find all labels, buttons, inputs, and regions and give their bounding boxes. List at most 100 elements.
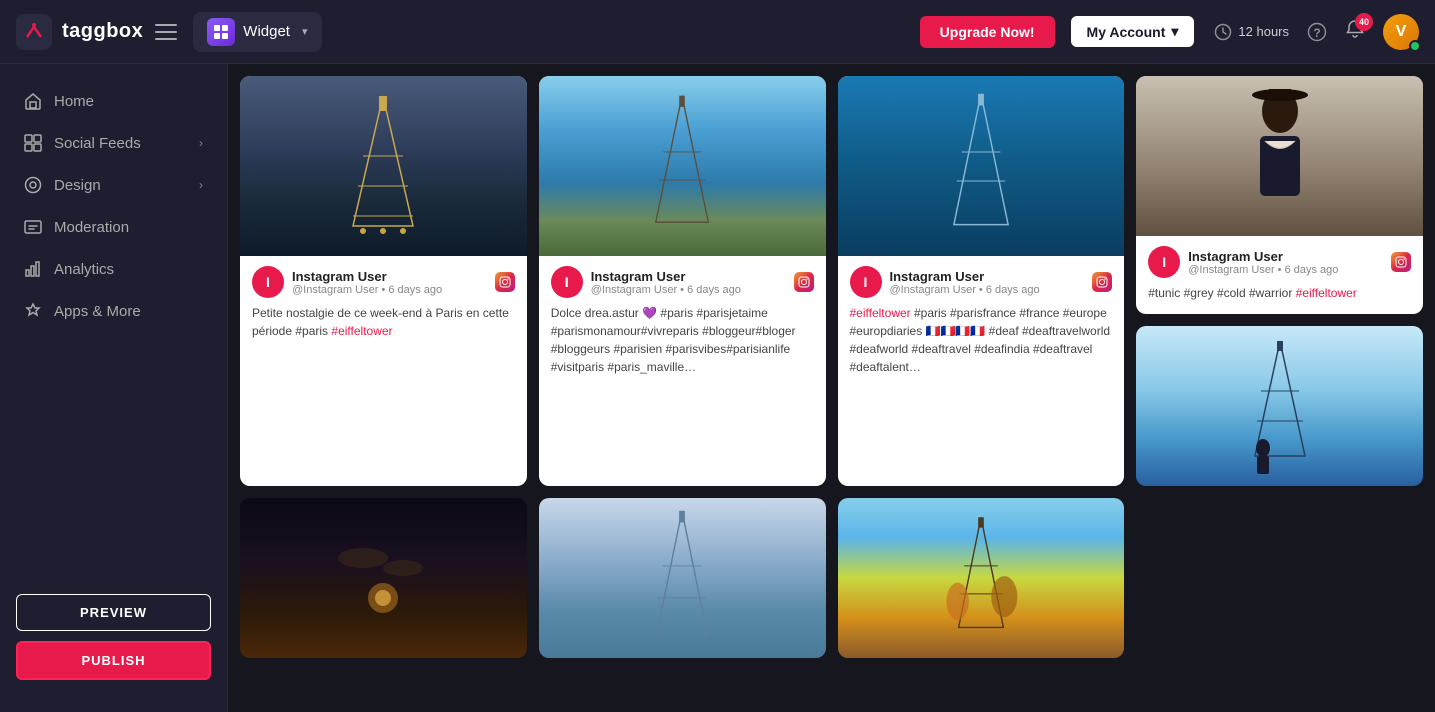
clock-icon [1214, 23, 1232, 41]
user-avatar-1: I [252, 266, 284, 298]
card-image-2 [539, 76, 826, 256]
post-card-8 [1136, 326, 1423, 486]
feeds-icon [24, 134, 42, 152]
post-card-7 [838, 498, 1125, 658]
sidebar-item-social-feeds[interactable]: Social Feeds › [0, 122, 227, 164]
eiffel-illustration-2 [642, 91, 722, 241]
instagram-icon-2 [794, 272, 814, 292]
user-info-2: Instagram User @Instagram User • 6 days … [591, 269, 786, 296]
user-avatar[interactable]: V [1383, 14, 1419, 50]
post-card-1: I Instagram User @Instagram User • 6 day… [240, 76, 527, 486]
widget-icon [207, 18, 235, 46]
instagram-icon-4 [1391, 252, 1411, 272]
apps-label: Apps & More [54, 303, 141, 320]
main-content: I Instagram User @Instagram User • 6 day… [228, 64, 1435, 712]
logo-icon [16, 14, 52, 50]
nav-icons: 12 hours ? 40 V [1214, 14, 1419, 50]
card-image-3 [838, 76, 1125, 256]
main-layout: Home Social Feeds › Design › [0, 64, 1435, 712]
widget-selector[interactable]: Widget ▾ [193, 12, 321, 52]
card-image-7 [838, 498, 1125, 658]
user-info-4: Instagram User @Instagram User • 6 days … [1188, 249, 1383, 276]
posts-grid: I Instagram User @Instagram User • 6 day… [240, 76, 1423, 658]
analytics-label: Analytics [54, 261, 114, 278]
sidebar-item-design[interactable]: Design › [0, 164, 227, 206]
user-info-3: Instagram User @Instagram User • 6 days … [890, 269, 1085, 296]
user-handle-time-1: @Instagram User • 6 days ago [292, 284, 487, 296]
card-text-4: #tunic #grey #cold #warrior #eiffeltower [1148, 284, 1411, 302]
notification-badge: 40 [1355, 13, 1373, 31]
user-name-2: Instagram User [591, 269, 786, 284]
sidebar: Home Social Feeds › Design › [0, 64, 228, 712]
card-user-2: I Instagram User @Instagram User • 6 day… [551, 266, 814, 298]
publish-button[interactable]: PUBLISH [16, 641, 211, 680]
user-handle-time-3: @Instagram User • 6 days ago [890, 284, 1085, 296]
app-logo-text: taggbox [62, 20, 143, 43]
card-image-4 [1136, 76, 1423, 236]
svg-text:?: ? [1313, 26, 1320, 40]
hours-label: 12 hours [1238, 24, 1289, 39]
apps-icon [24, 302, 42, 320]
hamburger-menu[interactable] [155, 24, 177, 40]
online-badge [1409, 40, 1421, 52]
sidebar-bottom: PREVIEW PUBLISH [0, 578, 227, 696]
card-body-2: I Instagram User @Instagram User • 6 day… [539, 256, 826, 388]
user-name-4: Instagram User [1188, 249, 1383, 264]
card-body-1: I Instagram User @Instagram User • 6 day… [240, 256, 527, 352]
sidebar-nav: Home Social Feeds › Design › [0, 80, 227, 578]
card-image-5 [240, 498, 527, 658]
sunset-illustration [323, 508, 443, 648]
design-label: Design [54, 177, 101, 194]
logo-area: taggbox [16, 14, 143, 50]
card-image-6 [539, 498, 826, 658]
instagram-icon-3 [1092, 272, 1112, 292]
card-text-3: #eiffeltower #paris #parisfrance #france… [850, 304, 1113, 376]
card-text-1: Petite nostalgie de ce week-end à Paris … [252, 304, 515, 340]
card-image-1 [240, 76, 527, 256]
widget-label: Widget [243, 23, 290, 40]
user-handle-time-2: @Instagram User • 6 days ago [591, 284, 786, 296]
post-card-6 [539, 498, 826, 658]
card-body-3: I Instagram User @Instagram User • 6 day… [838, 256, 1125, 388]
my-account-button[interactable]: My Account ▾ [1071, 16, 1195, 47]
instagram-icon-1 [495, 272, 515, 292]
sidebar-item-apps[interactable]: Apps & More [0, 290, 227, 332]
widget-chevron-icon: ▾ [302, 25, 308, 38]
moderation-label: Moderation [54, 219, 129, 236]
card-user-3: I Instagram User @Instagram User • 6 day… [850, 266, 1113, 298]
analytics-icon [24, 260, 42, 278]
right-column: I Instagram User @Instagram User • 6 day… [1136, 76, 1423, 486]
top-navigation: taggbox Widget ▾ Upgrade Now! My Account… [0, 0, 1435, 64]
user-avatar-3: I [850, 266, 882, 298]
clock-timer[interactable]: 12 hours [1214, 23, 1289, 41]
eiffel-illustration-6 [642, 506, 722, 651]
card-body-4: I Instagram User @Instagram User • 6 day… [1136, 236, 1423, 314]
preview-button[interactable]: PREVIEW [16, 594, 211, 631]
design-icon [24, 176, 42, 194]
user-info-1: Instagram User @Instagram User • 6 days … [292, 269, 487, 296]
notification-bell[interactable]: 40 [1345, 19, 1365, 44]
post-card-3: I Instagram User @Instagram User • 6 day… [838, 76, 1125, 486]
eiffel-illustration-8 [1245, 336, 1315, 476]
upgrade-button[interactable]: Upgrade Now! [920, 16, 1055, 48]
card-image-8 [1136, 326, 1423, 486]
moderation-icon [24, 218, 42, 236]
user-avatar-2: I [551, 266, 583, 298]
my-account-chevron-icon: ▾ [1171, 23, 1178, 40]
post-card-5 [240, 498, 527, 658]
eiffel-illustration-3 [941, 89, 1021, 244]
sidebar-item-analytics[interactable]: Analytics [0, 248, 227, 290]
card-user-1: I Instagram User @Instagram User • 6 day… [252, 266, 515, 298]
eiffel-illustration-7 [941, 508, 1021, 648]
card-text-2: Dolce drea.astur 💜 #paris #parisjetaime … [551, 304, 814, 376]
user-avatar-4: I [1148, 246, 1180, 278]
sidebar-item-home[interactable]: Home [0, 80, 227, 122]
my-account-label: My Account [1087, 24, 1166, 40]
post-card-4: I Instagram User @Instagram User • 6 day… [1136, 76, 1423, 314]
help-icon-btn[interactable]: ? [1307, 22, 1327, 42]
social-feeds-label: Social Feeds [54, 135, 141, 152]
design-arrow-icon: › [199, 178, 203, 192]
card-user-4: I Instagram User @Instagram User • 6 day… [1148, 246, 1411, 278]
home-icon [24, 92, 42, 110]
sidebar-item-moderation[interactable]: Moderation [0, 206, 227, 248]
